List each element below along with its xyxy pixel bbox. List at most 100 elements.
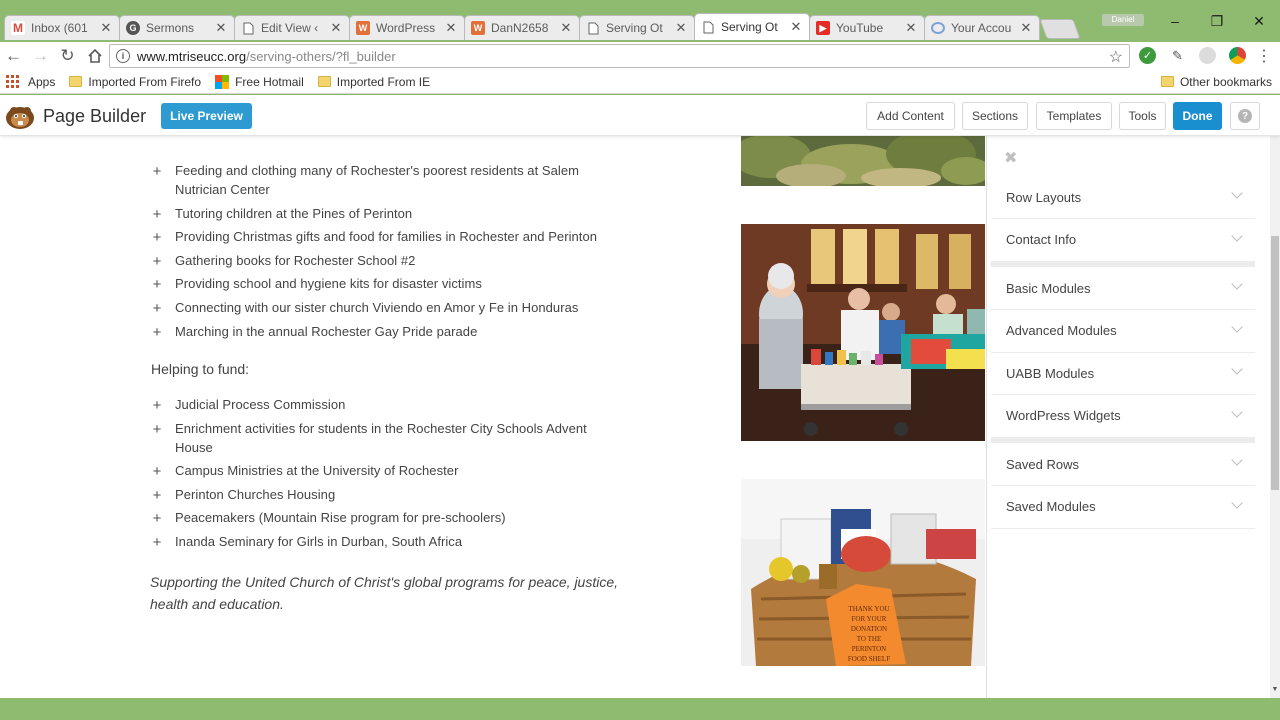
tab-close-icon[interactable]: ✕ [789,19,803,35]
tab-0[interactable]: M Inbox (601 ✕ [4,15,120,40]
tab-7[interactable]: ▶ YouTube ✕ [809,15,925,40]
close-window-button[interactable]: ✕ [1238,10,1280,32]
sections-button[interactable]: Sections [962,102,1028,130]
page-icon [701,20,715,34]
add-content-button[interactable]: Add Content [866,102,955,130]
folder-icon [69,76,83,87]
plus-icon: + [152,163,162,180]
list-item-text: Tutoring children at the Pines of Perint… [175,205,413,221]
list-item-text: Peacemakers (Mountain Rise program for p… [175,510,506,526]
help-button[interactable]: ? [1230,102,1260,130]
site-info-icon[interactable]: i [116,49,130,63]
bookmark-imported-ie[interactable]: Imported From IE [317,75,430,89]
bookmark-star-icon[interactable]: ☆ [1109,47,1123,67]
back-button[interactable]: ← [0,43,27,69]
panel-section-row-layouts[interactable]: Row Layouts [991,176,1255,219]
live-preview-button[interactable]: Live Preview [161,103,252,129]
page-icon [241,21,255,35]
panel-section-wordpress-widgets[interactable]: WordPress Widgets [991,395,1255,438]
templates-button[interactable]: Templates [1036,102,1112,130]
scrollbar-thumb[interactable] [1271,236,1279,490]
youtube-icon: ▶ [816,21,830,35]
folder-icon [317,76,331,87]
panel-section-uabb-modules[interactable]: UABB Modules [991,352,1255,395]
tab-close-icon[interactable]: ✕ [99,20,113,36]
minimize-button[interactable]: – [1154,10,1196,32]
list-item-text: Marching in the annual Rochester Gay Pri… [175,323,478,339]
bookmark-imported-firefox[interactable]: Imported From Firefo [69,75,201,89]
tab-4[interactable]: W DanN2658 ✕ [464,15,580,40]
content-panel: ✖ Row Layouts Contact Info Basic Modules Ad… [986,136,1270,698]
tab-close-icon[interactable]: ✕ [559,20,573,36]
plus-icon: + [152,420,162,438]
list-item: + Providing school and hygiene kits for d… [151,274,621,293]
svg-text:FOOD SHELF: FOOD SHELF [848,655,890,663]
panel-section-saved-modules[interactable]: Saved Modules [991,486,1255,529]
windows-logo-icon [215,74,230,89]
panel-section-advanced-modules[interactable]: Advanced Modules [991,310,1255,353]
plus-icon: + [152,463,162,481]
plus-icon: + [152,323,162,341]
panel-section-contact-info[interactable]: Contact Info [991,219,1255,262]
close-panel-icon[interactable]: ✖ [1004,148,1017,168]
scroll-down-icon[interactable]: ▼ [1271,686,1279,693]
forward-button[interactable]: → [27,43,54,69]
garden-photo[interactable] [741,136,985,186]
reload-button[interactable]: ↻ [54,43,81,69]
list-item-text: Connecting with our sister church Vivien… [175,299,579,315]
tab-title: WordPress [376,21,436,35]
address-bar[interactable]: i www.mtriseucc.org/serving-others/?fl_b… [109,44,1130,68]
chevron-down-icon [1231,363,1243,375]
extension-eyedropper-icon[interactable]: ✎ [1169,47,1186,64]
restore-button[interactable]: ❐ [1196,10,1238,32]
donation-basket-photo[interactable]: THANK YOU FOR YOUR DONATION TO THE PERIN… [741,479,985,666]
other-bookmarks[interactable]: Other bookmarks [1160,75,1272,89]
panel-section-label: Advanced Modules [1006,323,1117,338]
tab-close-icon[interactable]: ✕ [444,20,458,36]
volunteers-photo[interactable] [741,224,985,441]
plus-icon: + [152,299,162,317]
tab-2[interactable]: Edit View ‹ ✕ [234,15,350,40]
tab-close-icon[interactable]: ✕ [904,20,918,36]
list-item: + Gathering books for Rochester School #2 [151,251,621,270]
extension-chrome-icon[interactable] [1229,47,1246,64]
profile-button[interactable]: Daniel [1102,14,1144,26]
svg-text:PERINTON: PERINTON [852,645,886,653]
new-tab-button[interactable] [1039,19,1081,39]
list-item: + Providing Christmas gifts and food for … [151,227,621,246]
home-button[interactable] [81,43,108,69]
google-icon: G [126,21,140,35]
tab-1[interactable]: G Sermons ✕ [119,15,235,40]
plus-icon: + [152,229,162,247]
list-item-text: Enrichment activities for students in th… [175,420,587,455]
extension-check-icon[interactable]: ✓ [1139,47,1156,64]
plus-icon: + [152,533,162,551]
tab-close-icon[interactable]: ✕ [214,20,228,36]
tab-close-icon[interactable]: ✕ [1019,20,1033,36]
extension-gray-icon[interactable] [1199,47,1216,64]
list-item: + Enrichment activities for students in t… [151,419,621,457]
plus-icon: + [152,276,162,294]
done-button[interactable]: Done [1173,102,1222,130]
tools-button[interactable]: Tools [1119,102,1166,130]
tab-6[interactable]: Serving Ot ✕ [694,13,810,40]
bookmark-free-hotmail[interactable]: Free Hotmail [215,74,304,89]
panel-section-basic-modules[interactable]: Basic Modules [991,267,1255,310]
apps-bookmark[interactable]: Apps [0,75,55,89]
list-item-text: Gathering books for Rochester School #2 [175,252,416,268]
tab-list: M Inbox (601 ✕ G Sermons ✕ Edit View ‹ ✕ W WordPr… [4,13,1081,42]
tab-5[interactable]: Serving Ot ✕ [579,15,695,40]
page-content: + Feeding and clothing many of Rochester'… [0,136,986,698]
tab-close-icon[interactable]: ✕ [329,20,343,36]
panel-section-saved-rows[interactable]: Saved Rows [991,443,1255,486]
browser-menu-icon[interactable]: ⋮ [1256,46,1272,66]
browser-toolbar: ← → ↻ i www.mtriseucc.org/serving-others… [0,42,1280,70]
panel-section-label: Saved Modules [1006,499,1096,514]
list-item-text: Campus Ministries at the University of R… [175,463,459,479]
ucc-tagline: Supporting the United Church of Christ's… [150,574,619,612]
tab-3[interactable]: W WordPress ✕ [349,15,465,40]
plus-icon: + [152,486,162,504]
tab-close-icon[interactable]: ✕ [674,20,688,36]
tab-title: DanN2658 [491,21,549,35]
tab-8[interactable]: Your Accou ✕ [924,15,1040,40]
